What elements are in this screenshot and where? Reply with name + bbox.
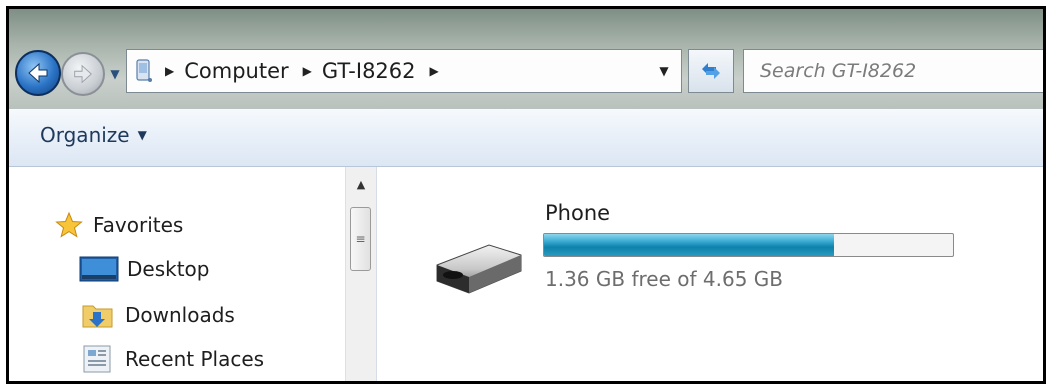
nav-item-desktop[interactable]: Desktop [79,256,209,282]
content-pane: Phone 1.36 GB free of 4.65 GB [377,167,1043,381]
nav-item-recent-places[interactable]: Recent Places [81,344,264,374]
nav-item-label: Downloads [125,303,235,327]
nav-item-label: Favorites [93,213,184,237]
nav-item-downloads[interactable]: Downloads [81,300,235,330]
star-icon [55,211,83,238]
nav-item-label: Desktop [127,257,210,281]
search-input[interactable] [758,59,1043,83]
drive-usage-bar [543,233,954,257]
recent-pages-dropdown[interactable]: ▼ [107,64,123,84]
refresh-button[interactable] [688,49,734,93]
address-history-dropdown[interactable]: ▼ [647,50,681,92]
drive-usage-fill [544,234,835,256]
forward-button[interactable] [61,52,105,96]
breadcrumb-separator-icon[interactable]: ▶ [430,64,439,78]
removable-drive-icon [436,244,522,294]
explorer-window: ▼ ▶ Computer ▶ GT-I8262 ▶ ▼ Search GT-I8… [6,6,1046,384]
back-button[interactable] [15,50,61,96]
breadcrumb-device[interactable]: GT-I8262 [322,59,416,83]
nav-item-favorites[interactable]: Favorites [55,211,183,239]
drive-free-space: 1.36 GB free of 4.65 GB [545,267,783,291]
grip-icon: ≡ [355,232,366,246]
chevron-down-icon: ▼ [137,128,147,142]
nav-scrollbar[interactable]: ▲ ≡ [345,167,376,381]
back-arrow-icon [28,62,48,84]
scroll-up-button[interactable]: ▲ [346,167,376,201]
device-icon [127,50,161,92]
command-bar: Organize ▼ [9,109,1043,167]
title-bar: ▼ ▶ Computer ▶ GT-I8262 ▶ ▼ [9,9,1043,109]
chevron-down-icon: ▼ [659,64,669,78]
search-box[interactable] [743,49,1043,93]
recent-places-icon [83,345,111,373]
organize-button[interactable]: Organize ▼ [40,123,147,147]
scroll-thumb[interactable]: ≡ [350,207,371,271]
drive-name: Phone [545,201,611,225]
desktop-icon [79,256,119,282]
address-bar[interactable]: ▶ Computer ▶ GT-I8262 ▶ ▼ [126,49,682,93]
breadcrumb-computer[interactable]: Computer [184,59,288,83]
navigation-pane: Favorites Desktop Downloads Recent Place… [9,167,345,381]
breadcrumb-separator-icon[interactable]: ▶ [165,64,174,78]
downloads-folder-icon [82,305,113,328]
chevron-up-icon: ▲ [356,177,366,191]
organize-label: Organize [40,123,130,147]
chevron-down-icon: ▼ [110,67,120,81]
refresh-icon [702,63,720,79]
breadcrumb-separator-icon[interactable]: ▶ [303,64,312,78]
nav-item-label: Recent Places [125,347,265,371]
forward-arrow-icon [74,64,92,84]
